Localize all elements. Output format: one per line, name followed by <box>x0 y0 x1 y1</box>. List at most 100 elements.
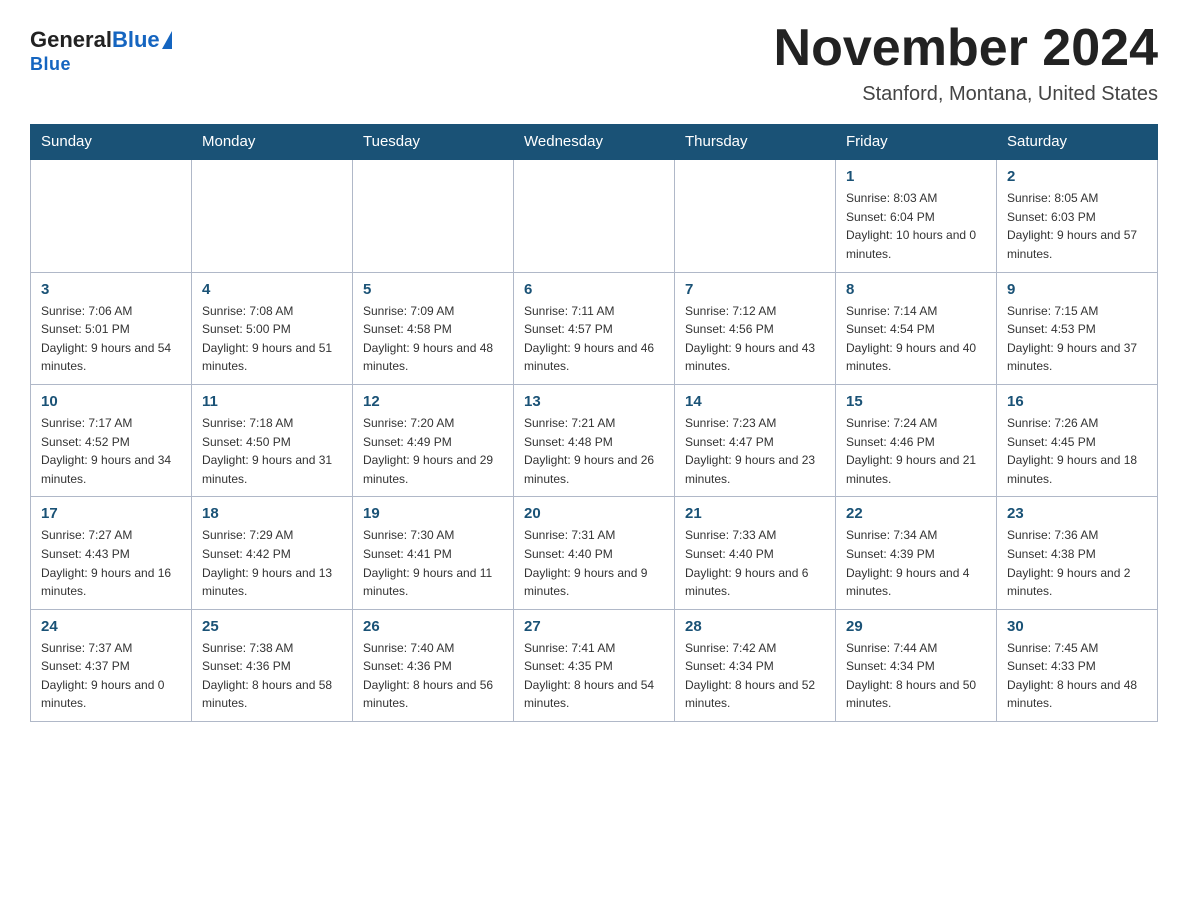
calendar-week-row: 1 Sunrise: 8:03 AMSunset: 6:04 PMDaylight… <box>31 159 1158 272</box>
cell-day-number: 20 <box>524 505 664 522</box>
cell-day-number: 4 <box>202 281 342 298</box>
cell-day-number: 3 <box>41 281 181 298</box>
cell-day-number: 10 <box>41 393 181 410</box>
calendar-cell: 12 Sunrise: 7:20 AMSunset: 4:49 PMDayligh… <box>353 384 514 496</box>
cell-sun-info: Sunrise: 7:36 AMSunset: 4:38 PMDaylight:… <box>1007 526 1147 600</box>
calendar-cell: 29 Sunrise: 7:44 AMSunset: 4:34 PMDayligh… <box>836 609 997 721</box>
calendar-cell: 6 Sunrise: 7:11 AMSunset: 4:57 PMDaylight… <box>514 272 675 384</box>
cell-day-number: 26 <box>363 618 503 635</box>
logo: GeneralBlue Blue <box>30 20 172 75</box>
calendar-cell: 8 Sunrise: 7:14 AMSunset: 4:54 PMDaylight… <box>836 272 997 384</box>
cell-sun-info: Sunrise: 7:27 AMSunset: 4:43 PMDaylight:… <box>41 526 181 600</box>
cell-day-number: 5 <box>363 281 503 298</box>
cell-day-number: 8 <box>846 281 986 298</box>
cell-day-number: 24 <box>41 618 181 635</box>
calendar-header-friday: Friday <box>836 125 997 160</box>
logo-general-text: General <box>30 28 112 52</box>
cell-sun-info: Sunrise: 7:23 AMSunset: 4:47 PMDaylight:… <box>685 414 825 488</box>
cell-day-number: 29 <box>846 618 986 635</box>
cell-sun-info: Sunrise: 7:24 AMSunset: 4:46 PMDaylight:… <box>846 414 986 488</box>
cell-day-number: 2 <box>1007 168 1147 185</box>
calendar-cell: 4Sunrise: 7:08 AMSunset: 5:00 PMDaylight… <box>192 272 353 384</box>
calendar-cell: 24 Sunrise: 7:37 AMSunset: 4:37 PMDayligh… <box>31 609 192 721</box>
cell-sun-info: Sunrise: 7:30 AMSunset: 4:41 PMDaylight:… <box>363 526 503 600</box>
calendar-cell: 18 Sunrise: 7:29 AMSunset: 4:42 PMDayligh… <box>192 497 353 609</box>
calendar-cell: 23 Sunrise: 7:36 AMSunset: 4:38 PMDayligh… <box>997 497 1158 609</box>
calendar-cell: 27 Sunrise: 7:41 AMSunset: 4:35 PMDayligh… <box>514 609 675 721</box>
calendar-cell <box>514 159 675 272</box>
calendar-week-row: 3 Sunrise: 7:06 AMSunset: 5:01 PMDaylight… <box>31 272 1158 384</box>
cell-day-number: 25 <box>202 618 342 635</box>
calendar-header-tuesday: Tuesday <box>353 125 514 160</box>
cell-day-number: 13 <box>524 393 664 410</box>
calendar-title: November 2024 <box>774 20 1158 77</box>
calendar-cell: 11 Sunrise: 7:18 AMSunset: 4:50 PMDayligh… <box>192 384 353 496</box>
calendar-cell: 15Sunrise: 7:24 AMSunset: 4:46 PMDayligh… <box>836 384 997 496</box>
cell-day-number: 21 <box>685 505 825 522</box>
calendar-cell: 20 Sunrise: 7:31 AMSunset: 4:40 PMDayligh… <box>514 497 675 609</box>
cell-sun-info: Sunrise: 7:14 AMSunset: 4:54 PMDaylight:… <box>846 302 986 376</box>
calendar-cell: 7 Sunrise: 7:12 AMSunset: 4:56 PMDaylight… <box>675 272 836 384</box>
page-header: GeneralBlue Blue November 2024 Stanford,… <box>30 20 1158 106</box>
cell-sun-info: Sunrise: 7:42 AMSunset: 4:34 PMDaylight:… <box>685 639 825 713</box>
cell-sun-info: Sunrise: 8:05 AMSunset: 6:03 PMDaylight:… <box>1007 189 1147 263</box>
calendar-cell: 9 Sunrise: 7:15 AMSunset: 4:53 PMDaylight… <box>997 272 1158 384</box>
cell-sun-info: Sunrise: 7:38 AMSunset: 4:36 PMDaylight:… <box>202 639 342 713</box>
calendar-cell: 10 Sunrise: 7:17 AMSunset: 4:52 PMDayligh… <box>31 384 192 496</box>
cell-day-number: 27 <box>524 618 664 635</box>
calendar-header-monday: Monday <box>192 125 353 160</box>
calendar-table: SundayMondayTuesdayWednesdayThursdayFrid… <box>30 124 1158 722</box>
calendar-week-row: 24 Sunrise: 7:37 AMSunset: 4:37 PMDayligh… <box>31 609 1158 721</box>
calendar-cell: 21 Sunrise: 7:33 AMSunset: 4:40 PMDayligh… <box>675 497 836 609</box>
cell-sun-info: Sunrise: 7:18 AMSunset: 4:50 PMDaylight:… <box>202 414 342 488</box>
cell-day-number: 1 <box>846 168 986 185</box>
calendar-header-saturday: Saturday <box>997 125 1158 160</box>
cell-day-number: 7 <box>685 281 825 298</box>
calendar-cell: 26 Sunrise: 7:40 AMSunset: 4:36 PMDayligh… <box>353 609 514 721</box>
cell-sun-info: Sunrise: 7:11 AMSunset: 4:57 PMDaylight:… <box>524 302 664 376</box>
logo-blue-text: Blue <box>112 28 160 52</box>
cell-day-number: 16 <box>1007 393 1147 410</box>
cell-day-number: 17 <box>41 505 181 522</box>
calendar-cell: 22Sunrise: 7:34 AMSunset: 4:39 PMDayligh… <box>836 497 997 609</box>
cell-day-number: 11 <box>202 393 342 410</box>
logo-subtitle: Blue <box>30 54 71 75</box>
cell-sun-info: Sunrise: 7:17 AMSunset: 4:52 PMDaylight:… <box>41 414 181 488</box>
cell-sun-info: Sunrise: 7:29 AMSunset: 4:42 PMDaylight:… <box>202 526 342 600</box>
calendar-week-row: 17 Sunrise: 7:27 AMSunset: 4:43 PMDayligh… <box>31 497 1158 609</box>
cell-day-number: 19 <box>363 505 503 522</box>
cell-day-number: 12 <box>363 393 503 410</box>
title-area: November 2024 Stanford, Montana, United … <box>774 20 1158 106</box>
calendar-cell: 28Sunrise: 7:42 AMSunset: 4:34 PMDayligh… <box>675 609 836 721</box>
calendar-cell: 16Sunrise: 7:26 AMSunset: 4:45 PMDayligh… <box>997 384 1158 496</box>
cell-sun-info: Sunrise: 7:12 AMSunset: 4:56 PMDaylight:… <box>685 302 825 376</box>
calendar-cell: 17 Sunrise: 7:27 AMSunset: 4:43 PMDayligh… <box>31 497 192 609</box>
logo-triangle-icon <box>162 31 172 49</box>
cell-day-number: 18 <box>202 505 342 522</box>
calendar-cell <box>192 159 353 272</box>
calendar-header-thursday: Thursday <box>675 125 836 160</box>
calendar-week-row: 10 Sunrise: 7:17 AMSunset: 4:52 PMDayligh… <box>31 384 1158 496</box>
calendar-cell: 2 Sunrise: 8:05 AMSunset: 6:03 PMDaylight… <box>997 159 1158 272</box>
cell-sun-info: Sunrise: 7:06 AMSunset: 5:01 PMDaylight:… <box>41 302 181 376</box>
calendar-cell: 13Sunrise: 7:21 AMSunset: 4:48 PMDayligh… <box>514 384 675 496</box>
cell-day-number: 23 <box>1007 505 1147 522</box>
cell-day-number: 9 <box>1007 281 1147 298</box>
cell-sun-info: Sunrise: 7:09 AMSunset: 4:58 PMDaylight:… <box>363 302 503 376</box>
cell-day-number: 22 <box>846 505 986 522</box>
cell-sun-info: Sunrise: 7:37 AMSunset: 4:37 PMDaylight:… <box>41 639 181 713</box>
cell-day-number: 6 <box>524 281 664 298</box>
calendar-cell <box>353 159 514 272</box>
cell-sun-info: Sunrise: 7:33 AMSunset: 4:40 PMDaylight:… <box>685 526 825 600</box>
cell-sun-info: Sunrise: 8:03 AMSunset: 6:04 PMDaylight:… <box>846 189 986 263</box>
cell-sun-info: Sunrise: 7:41 AMSunset: 4:35 PMDaylight:… <box>524 639 664 713</box>
cell-sun-info: Sunrise: 7:20 AMSunset: 4:49 PMDaylight:… <box>363 414 503 488</box>
calendar-cell: 25 Sunrise: 7:38 AMSunset: 4:36 PMDayligh… <box>192 609 353 721</box>
cell-sun-info: Sunrise: 7:15 AMSunset: 4:53 PMDaylight:… <box>1007 302 1147 376</box>
cell-sun-info: Sunrise: 7:40 AMSunset: 4:36 PMDaylight:… <box>363 639 503 713</box>
calendar-cell: 19 Sunrise: 7:30 AMSunset: 4:41 PMDayligh… <box>353 497 514 609</box>
cell-sun-info: Sunrise: 7:44 AMSunset: 4:34 PMDaylight:… <box>846 639 986 713</box>
calendar-cell: 14Sunrise: 7:23 AMSunset: 4:47 PMDayligh… <box>675 384 836 496</box>
cell-sun-info: Sunrise: 7:31 AMSunset: 4:40 PMDaylight:… <box>524 526 664 600</box>
calendar-cell <box>675 159 836 272</box>
